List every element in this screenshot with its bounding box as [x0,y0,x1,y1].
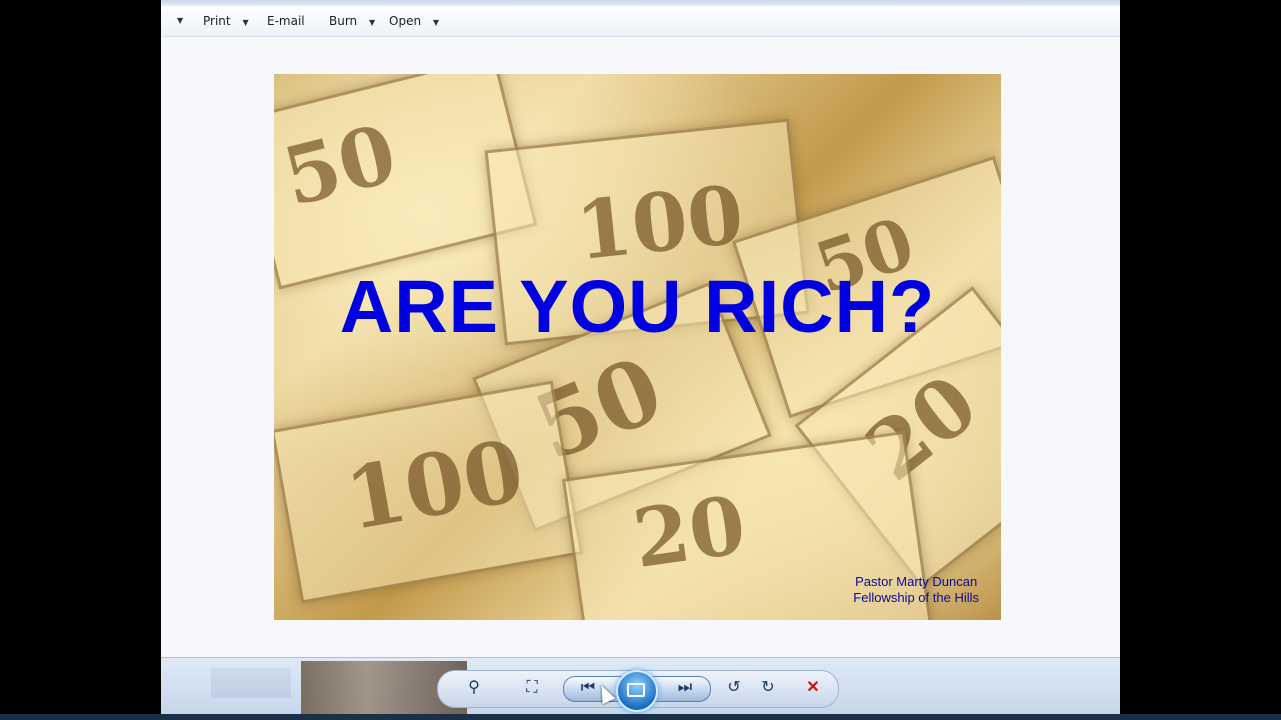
chevron-down-icon: ▼ [432,18,440,27]
background-window-thumbnail [211,668,291,698]
command-bar: ▼ Print ▼ E-mail Burn ▼ Open ▼ [161,6,1120,37]
actual-size-icon[interactable]: ⛶ [519,676,545,700]
delete-icon[interactable]: ✕ [800,676,826,700]
image-viewer-area: 50 100 50 50 20 100 20 ARE YOU RICH? Pas… [161,37,1120,657]
open-menu-label: Open [389,14,422,28]
file-menu-caret-icon[interactable]: ▼ [177,6,183,36]
chevron-down-icon: ▼ [369,18,376,27]
slideshow-icon [627,683,645,697]
credit-church: Fellowship of the Hills [853,590,979,605]
slide-image: 50 100 50 50 20 100 20 ARE YOU RICH? Pas… [274,74,1001,620]
zoom-icon[interactable]: ⚲ [461,676,487,700]
slideshow-button[interactable] [616,670,658,712]
print-menu-label: Print [203,14,231,28]
email-menu-label: E-mail [267,14,305,28]
chevron-down-icon: ▼ [242,18,249,27]
bill-number: 100 [571,167,748,279]
taskbar [0,714,1281,720]
rotate-counterclockwise-icon[interactable]: ↺ [721,676,747,700]
bill-number: 20 [627,477,751,587]
slide-credit: Pastor Marty Duncan Fellowship of the Hi… [853,574,979,606]
rotate-clockwise-icon[interactable]: ↻ [755,676,781,700]
next-icon[interactable]: ⏭ [672,676,698,700]
bill-number: 50 [274,106,406,225]
viewer-controls-bar: ⚲ ⛶ ⏮ ⏭ ↺ ↻ ✕ [161,657,1120,720]
credit-name: Pastor Marty Duncan [855,574,978,589]
email-menu[interactable]: E-mail [267,6,305,36]
photo-viewer-window: ▼ Print ▼ E-mail Burn ▼ Open ▼ 50 100 50 [161,0,1120,720]
slide-title: ARE YOU RICH? [339,265,936,348]
banknote-image: 100 [274,380,584,604]
print-menu[interactable]: Print ▼ [203,6,249,36]
burn-menu[interactable]: Burn ▼ [329,6,375,36]
open-menu[interactable]: Open ▼ [389,6,439,36]
bill-number: 100 [338,420,531,551]
burn-menu-label: Burn [329,14,358,28]
